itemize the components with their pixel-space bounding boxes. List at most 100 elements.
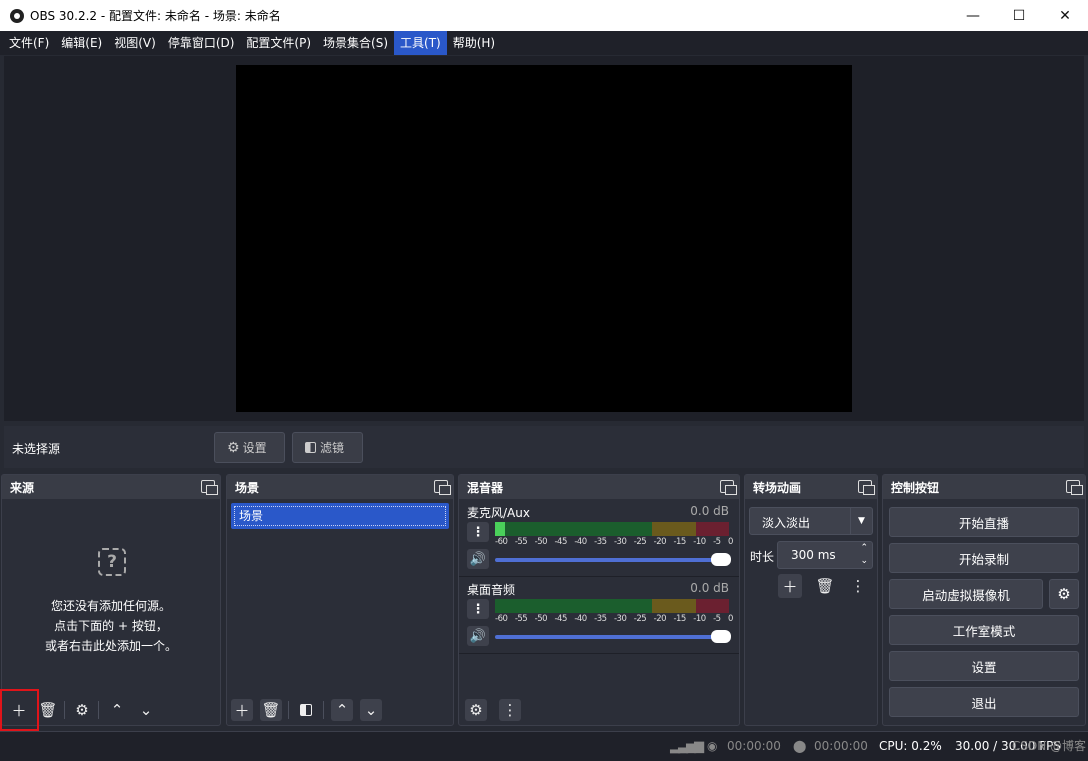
no-source-label: 未选择源 <box>12 442 61 456</box>
mixer-menu-button[interactable]: ⋮ <box>499 699 521 721</box>
speaker-icon[interactable]: 🔊 <box>467 549 489 569</box>
chevron-down-icon: ⌄ <box>364 701 378 719</box>
source-settings-button[interactable]: ⚙ 设置 <box>214 432 285 463</box>
signal-bars-icon: ▂▃▅▆ <box>670 739 704 754</box>
transitions-title: 转场动画 <box>753 480 802 495</box>
trash-icon: 🗑 <box>261 701 281 719</box>
stream-time: 00:00:00 <box>727 739 781 753</box>
settings-button[interactable]: 设置 <box>889 651 1079 681</box>
mixer-channel-mic: 麦克风/Aux 0.0 dB ⋮ -60 -55 -50 -45 -40 -35 -30 -2… <box>459 500 739 577</box>
trash-icon: 🗑 <box>815 577 835 595</box>
start-recording-button[interactable]: 开始录制 <box>889 543 1079 573</box>
menu-scene-collection[interactable]: 场景集合(S) <box>317 31 394 55</box>
status-bar: ▂▃▅▆ ◉ 00:00:00 ⬤ 00:00:00 CPU: 0.2% 30.… <box>0 731 1088 761</box>
scene-item[interactable]: 场景 <box>231 503 449 529</box>
channel-db: 0.0 dB <box>690 581 729 595</box>
menu-help[interactable]: 帮助(H) <box>447 31 501 55</box>
meter-ticks: -60 -55 -50 -45 -40 -35 -30 -25 -20 -15 -10 -5 0 <box>495 614 733 624</box>
record-icon: ⬤ <box>793 739 807 753</box>
undock-icon[interactable] <box>201 480 218 495</box>
controls-title: 控制按钮 <box>891 480 940 495</box>
menu-view[interactable]: 视图(V) <box>108 31 162 55</box>
move-source-down-button[interactable]: ⌄ <box>135 699 157 721</box>
chevron-down-icon: ⌄ <box>139 701 153 719</box>
watermark: CSDN @博客 <box>1012 739 1087 753</box>
highlight-box <box>0 689 39 731</box>
volume-slider[interactable] <box>495 630 731 643</box>
chevron-up-icon: ⌃ <box>110 701 124 719</box>
scenes-title: 场景 <box>235 480 260 495</box>
sources-title: 来源 <box>10 480 35 495</box>
source-properties-button[interactable]: ⚙ <box>71 699 93 721</box>
chevron-up-icon: ⌃ <box>335 701 349 719</box>
undock-icon[interactable] <box>434 480 451 495</box>
gears-icon: ⚙ <box>469 701 483 719</box>
controls-dock: 控制按钮 开始直播 开始录制 启动虚拟摄像机 ⚙ 工作室模式 设置 退出 <box>882 474 1086 726</box>
chevron-down-icon: ▼ <box>850 508 872 534</box>
undock-icon[interactable] <box>720 480 737 495</box>
cpu-usage: CPU: 0.2% <box>879 739 942 753</box>
transitions-dock: 转场动画 淡入淡出 ▼ 时长 300 ms ⌃ ⌄ ＋ 🗑 ⋮ <box>744 474 878 726</box>
stream-icon: ◉ <box>707 739 718 753</box>
filter-icon <box>300 704 312 716</box>
audio-settings-button[interactable]: ⚙ <box>465 699 487 721</box>
preview-canvas[interactable] <box>236 65 852 412</box>
transition-select[interactable]: 淡入淡出 ▼ <box>749 507 873 535</box>
scene-filters-button[interactable] <box>295 699 317 721</box>
gear-icon: ⚙ <box>75 701 89 719</box>
channel-name: 麦克风/Aux <box>467 506 530 520</box>
remove-scene-button[interactable]: 🗑 <box>260 699 282 721</box>
remove-source-button[interactable]: 🗑 <box>37 699 59 721</box>
spin-arrows-icon: ⌃ ⌄ <box>860 543 868 566</box>
maximize-button[interactable]: ☐ <box>996 0 1042 31</box>
sources-empty-message: 您还没有添加任何源。 点击下面的 + 按钮， 或者右击此处添加一个。 <box>44 599 177 653</box>
channel-menu-button[interactable]: ⋮ <box>467 522 489 542</box>
record-time: 00:00:00 <box>814 739 868 753</box>
title-bar: OBS 30.2.2 - 配置文件: 未命名 - 场景: 未命名 — ☐ ✕ <box>0 0 1088 31</box>
menu-tools[interactable]: 工具(T) <box>394 31 447 55</box>
source-filters-button[interactable]: 滤镜 <box>292 432 363 463</box>
channel-menu-button[interactable]: ⋮ <box>467 599 489 619</box>
context-bar: 未选择源 ⚙ 设置 滤镜 <box>4 426 1084 468</box>
virtual-camera-settings-button[interactable]: ⚙ <box>1049 579 1079 609</box>
mixer-channel-desktop: 桌面音频 0.0 dB ⋮ -60 -55 -50 -45 -40 -35 -30 -25 -2… <box>459 577 739 654</box>
channel-name: 桌面音频 <box>467 583 516 597</box>
gear-icon: ⚙ <box>1057 585 1071 603</box>
start-virtual-camera-button[interactable]: 启动虚拟摄像机 <box>889 579 1043 609</box>
undock-icon[interactable] <box>858 480 875 495</box>
studio-mode-button[interactable]: 工作室模式 <box>889 615 1079 645</box>
move-scene-down-button[interactable]: ⌄ <box>360 699 382 721</box>
preview-area <box>4 56 1084 421</box>
speaker-icon[interactable]: 🔊 <box>467 626 489 646</box>
mixer-title: 混音器 <box>467 480 504 495</box>
scenes-dock: 场景 场景 ＋ 🗑 ⌃ ⌄ <box>226 474 454 726</box>
add-transition-button[interactable]: ＋ <box>778 574 802 598</box>
remove-transition-button[interactable]: 🗑 <box>813 574 837 598</box>
gear-icon: ⚙ <box>227 439 240 456</box>
menu-docks[interactable]: 停靠窗口(D) <box>162 31 241 55</box>
add-scene-button[interactable]: ＋ <box>231 699 253 721</box>
menu-file[interactable]: 文件(F) <box>3 31 55 55</box>
duration-label: 时长 <box>750 550 775 564</box>
menu-bar: 文件(F) 编辑(E) 视图(V) 停靠窗口(D) 配置文件(P) 场景集合(S… <box>0 31 1088 55</box>
trash-icon: 🗑 <box>38 701 58 719</box>
mixer-dock: 混音器 麦克风/Aux 0.0 dB ⋮ -60 -55 -50 -45 -40 -35-… <box>458 474 740 726</box>
window-title: OBS 30.2.2 - 配置文件: 未命名 - 场景: 未命名 <box>30 9 281 23</box>
duration-spinbox[interactable]: 300 ms ⌃ ⌄ <box>777 541 873 569</box>
meter-ticks: -60 -55 -50 -45 -40 -35 -30 -25 -20 -15 -10 -5 0 <box>495 537 733 547</box>
move-scene-up-button[interactable]: ⌃ <box>331 699 353 721</box>
menu-edit[interactable]: 编辑(E) <box>55 31 108 55</box>
volume-slider[interactable] <box>495 553 731 566</box>
move-source-up-button[interactable]: ⌃ <box>106 699 128 721</box>
filter-icon <box>305 442 316 453</box>
close-button[interactable]: ✕ <box>1042 0 1088 31</box>
undock-icon[interactable] <box>1066 480 1083 495</box>
transition-menu-button[interactable]: ⋮ <box>846 574 870 598</box>
obs-logo-icon <box>10 8 24 23</box>
minimize-button[interactable]: — <box>950 0 996 31</box>
menu-profile[interactable]: 配置文件(P) <box>240 31 317 55</box>
exit-button[interactable]: 退出 <box>889 687 1079 717</box>
volume-meter <box>495 522 729 536</box>
start-streaming-button[interactable]: 开始直播 <box>889 507 1079 537</box>
question-icon: ? <box>98 548 126 576</box>
